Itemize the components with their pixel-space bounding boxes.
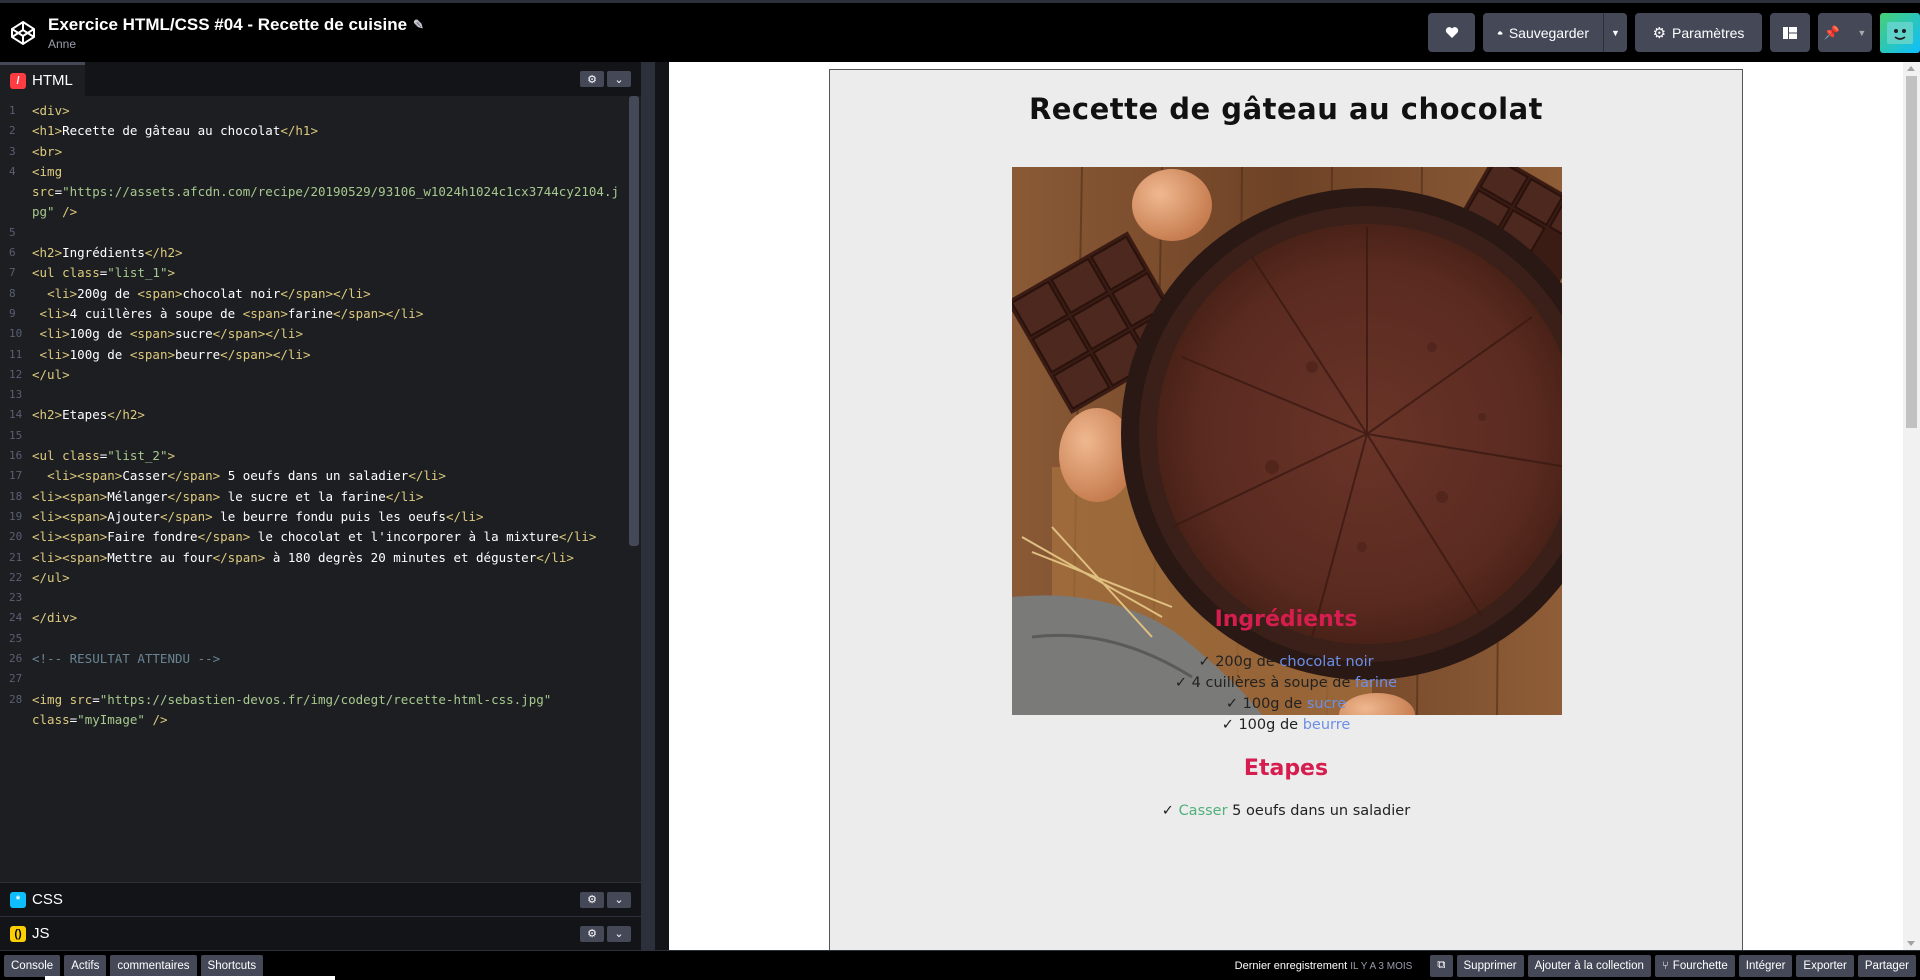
html-editor-header: / HTML ⚙ ⌄ <box>0 62 641 96</box>
pen-author[interactable]: Anne <box>48 37 424 51</box>
layout-icon <box>1783 26 1797 39</box>
user-avatar[interactable] <box>1880 12 1920 53</box>
top-header: Exercice HTML/CSS #04 - Recette de cuisi… <box>0 0 1920 62</box>
css-editor-header[interactable]: * CSS ⚙ ⌄ <box>0 882 641 916</box>
html-editor-controls: ⚙ ⌄ <box>580 62 641 96</box>
console-button[interactable]: Console <box>4 954 61 977</box>
tab-html-label: HTML <box>32 72 73 89</box>
recipe-card: Recette de gâteau au chocolat Ingrédient… <box>829 69 1743 950</box>
steps-heading: Etapes <box>1243 756 1329 781</box>
external-link-icon: ⧉ <box>1437 959 1446 971</box>
ingredient-item: ✓ 100g de beurre <box>830 715 1742 736</box>
gear-icon: ⚙ <box>1652 24 1667 42</box>
tab-js-label: JS <box>32 925 50 942</box>
ingredient-highlight: chocolat noir <box>1279 654 1374 670</box>
chevron-down-icon: ▼ <box>1857 27 1867 38</box>
pen-title[interactable]: Exercice HTML/CSS #04 - Recette de cuisi… <box>48 15 424 35</box>
add-to-collection-button[interactable]: Ajouter à la collection <box>1527 954 1651 977</box>
ingredients-heading: Ingrédients <box>1214 607 1358 632</box>
export-button[interactable]: Exporter <box>1796 954 1854 977</box>
embed-button[interactable]: Intégrer <box>1738 954 1793 977</box>
steps-list: ✓ Casser 5 oeufs dans un saladier <box>830 801 1742 822</box>
code-scrollbar[interactable] <box>629 96 639 546</box>
title-block: Exercice HTML/CSS #04 - Recette de cuisi… <box>48 15 424 51</box>
tab-js[interactable]: () JS <box>0 917 62 951</box>
fork-icon: ⑂ <box>1661 959 1669 972</box>
footer-left-group: Console Actifs commentaires Shortcuts <box>0 954 264 977</box>
bottom-progress-strip <box>45 976 335 980</box>
ingredient-text: ✓ 100g de <box>1225 696 1307 712</box>
html-icon: / <box>10 72 26 89</box>
tab-css-label: CSS <box>32 891 63 908</box>
css-settings-gear-icon[interactable]: ⚙ <box>580 891 604 908</box>
recipe-title: Recette de gâteau au chocolat <box>1028 92 1544 126</box>
tab-css[interactable]: * CSS <box>0 883 75 917</box>
settings-button[interactable]: ⚙ Paramètres <box>1635 13 1762 52</box>
tab-html[interactable]: / HTML <box>0 62 85 96</box>
heart-icon <box>1445 27 1458 38</box>
footer-right-group: Dernier enregistrement IL Y A 3 MOIS ⧉ S… <box>1235 954 1920 977</box>
fork-button[interactable]: ⑂ Fourchette <box>1654 954 1735 977</box>
pin-button[interactable]: 📌 ▼ <box>1818 13 1872 52</box>
chocolate-cake-image <box>1012 167 1562 715</box>
pen-title-text[interactable]: Exercice HTML/CSS #04 - Recette de cuisi… <box>48 15 407 35</box>
css-collapse-chevron-icon[interactable]: ⌄ <box>607 891 631 908</box>
settings-label: Paramètres <box>1672 24 1745 41</box>
ingredient-highlight: beurre <box>1302 717 1351 733</box>
chevron-down-icon: ▼ <box>1611 27 1620 38</box>
avatar-face-icon <box>1887 21 1913 44</box>
like-button[interactable] <box>1428 13 1475 52</box>
js-settings-gear-icon[interactable]: ⚙ <box>580 925 604 942</box>
scroll-up-arrow-icon[interactable] <box>1907 66 1915 71</box>
html-code-area[interactable]: 1 <div> 2 <h1>Recette de gâteau au chocola… <box>0 96 641 882</box>
ingredient-text: ✓ 4 cuillères à soupe de <box>1174 675 1355 691</box>
shortcuts-button[interactable]: Shortcuts <box>200 954 264 977</box>
scroll-down-arrow-icon[interactable] <box>1907 941 1915 946</box>
save-label: Sauvegarder <box>1508 24 1589 41</box>
css-editor-controls: ⚙ ⌄ <box>580 891 641 908</box>
cloud-icon <box>1497 30 1503 35</box>
step-text-pre: ✓ <box>1161 803 1179 819</box>
last-saved-status: Dernier enregistrement IL Y A 3 MOIS <box>1235 960 1427 972</box>
last-saved-label: Dernier enregistrement <box>1234 959 1348 972</box>
pencil-icon[interactable]: ✎ <box>413 17 424 33</box>
header-actions: Sauvegarder ▼ ⚙ Paramètres 📌 ▼ <box>1428 3 1920 62</box>
scrollbar-thumb[interactable] <box>1906 76 1917 428</box>
js-collapse-chevron-icon[interactable]: ⌄ <box>607 925 631 942</box>
code-editor-panel: / HTML ⚙ ⌄ 1 <div> 2 <h1>Recette de gâteau… <box>0 62 655 950</box>
codepen-logo-icon[interactable] <box>8 18 38 48</box>
ingredient-text: ✓ 100g de <box>1221 717 1303 733</box>
css-icon: * <box>10 891 26 908</box>
step-highlight: Casser <box>1178 803 1228 819</box>
preview-scrollbar[interactable] <box>1903 62 1920 950</box>
ingredient-item: ✓ 4 cuillères à soupe de farine <box>830 673 1742 694</box>
ingredient-item: ✓ 100g de sucre <box>830 694 1742 715</box>
ingredient-item: ✓ 200g de chocolat noir <box>830 652 1742 673</box>
delete-button[interactable]: Supprimer <box>1456 954 1524 977</box>
editor-collapse-chevron-icon[interactable]: ⌄ <box>607 71 631 87</box>
ingredient-highlight: farine <box>1354 675 1398 691</box>
save-dropdown-button[interactable]: ▼ <box>1603 13 1627 52</box>
js-editor-header[interactable]: () JS ⚙ ⌄ <box>0 916 641 950</box>
assets-button[interactable]: Actifs <box>64 954 107 977</box>
ingredient-highlight: sucre <box>1306 696 1347 712</box>
result-preview[interactable]: Recette de gâteau au chocolat Ingrédient… <box>669 62 1920 950</box>
layout-button[interactable] <box>1770 13 1810 52</box>
fork-label: Fourchette <box>1672 959 1728 972</box>
js-editor-controls: ⚙ ⌄ <box>580 925 641 942</box>
pin-icon: 📌 <box>1823 24 1840 40</box>
editor-settings-gear-icon[interactable]: ⚙ <box>580 71 604 87</box>
save-button[interactable]: Sauvegarder <box>1483 13 1603 52</box>
js-icon: () <box>10 925 26 942</box>
open-new-window-button[interactable]: ⧉ <box>1430 954 1453 977</box>
last-saved-time: IL Y A 3 MOIS <box>1350 960 1413 972</box>
step-item: ✓ Casser 5 oeufs dans un saladier <box>830 801 1742 822</box>
comments-button[interactable]: commentaires <box>110 954 197 977</box>
ingredients-list: ✓ 200g de chocolat noir ✓ 4 cuillères à … <box>830 652 1742 736</box>
share-button[interactable]: Partager <box>1857 954 1916 977</box>
ingredient-text: ✓ 200g de <box>1198 654 1280 670</box>
step-text-post: 5 oeufs dans un saladier <box>1227 803 1411 819</box>
